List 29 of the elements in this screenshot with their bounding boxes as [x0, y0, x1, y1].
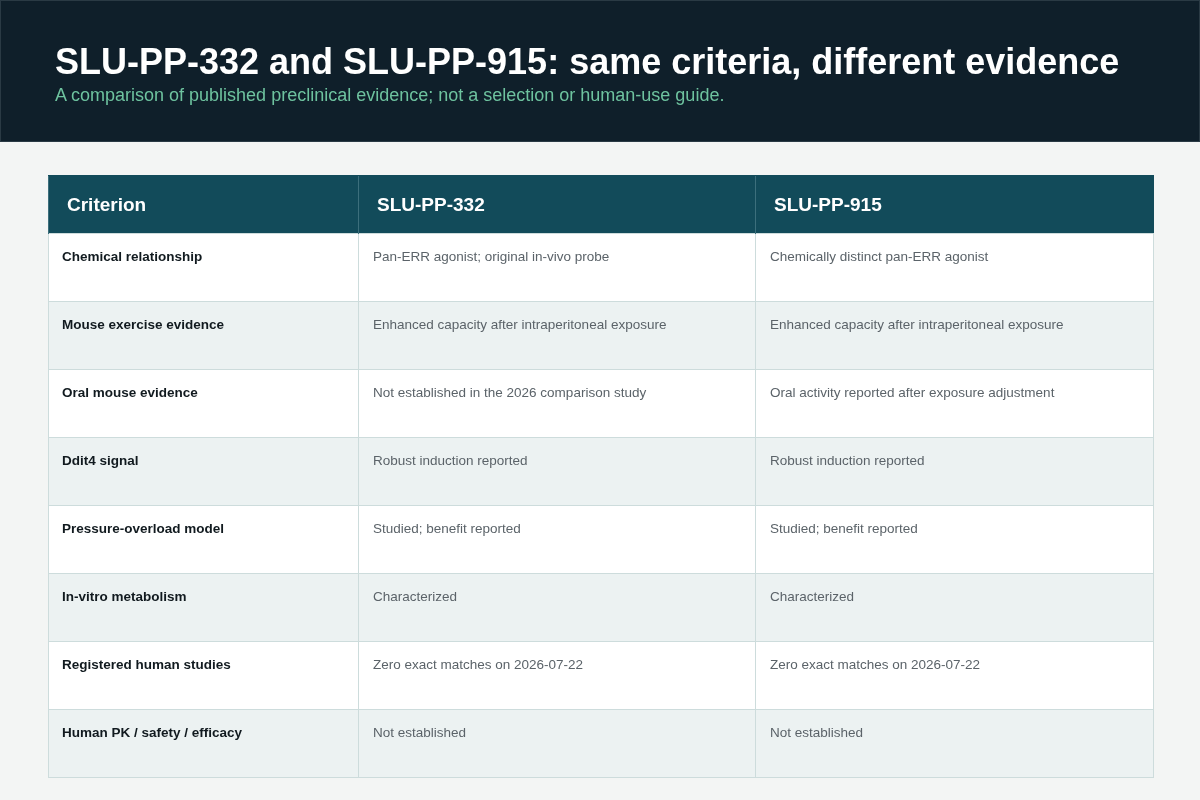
table-cell: Robust induction reported — [358, 437, 756, 506]
column-header: Criterion — [48, 175, 359, 234]
table-cell: Robust induction reported — [755, 437, 1154, 506]
criterion-cell: Registered human studies — [48, 641, 359, 710]
table-cell: Pan-ERR agonist; original in-vivo probe — [358, 233, 756, 302]
criterion-cell: Ddit4 signal — [48, 437, 359, 506]
criterion-cell: Human PK / safety / efficacy — [48, 709, 359, 778]
table-cell: Not established in the 2026 comparison study — [358, 369, 756, 438]
criterion-cell: In-vitro metabolism — [48, 573, 359, 642]
table-cell: Studied; benefit reported — [755, 505, 1154, 574]
table-cell: Studied; benefit reported — [358, 505, 756, 574]
table-cell: Characterized — [755, 573, 1154, 642]
table-cell: Not established — [358, 709, 756, 778]
column-header: SLU-PP-915 — [755, 175, 1154, 234]
table-cell: Oral activity reported after exposure adjustment — [755, 369, 1154, 438]
column-header: SLU-PP-332 — [358, 175, 756, 234]
page-subtitle: A comparison of published preclinical evidence; not a selection or human-use guide. — [55, 84, 725, 107]
table-cell: Enhanced capacity after intraperitoneal exposure — [358, 301, 756, 370]
criterion-cell: Oral mouse evidence — [48, 369, 359, 438]
criterion-cell: Pressure-overload model — [48, 505, 359, 574]
table-cell: Enhanced capacity after intraperitoneal exposure — [755, 301, 1154, 370]
table-cell: Zero exact matches on 2026-07-22 — [358, 641, 756, 710]
criterion-cell: Chemical relationship — [48, 233, 359, 302]
table-cell: Zero exact matches on 2026-07-22 — [755, 641, 1154, 710]
table-cell: Chemically distinct pan-ERR agonist — [755, 233, 1154, 302]
table-cell: Characterized — [358, 573, 756, 642]
criterion-cell: Mouse exercise evidence — [48, 301, 359, 370]
table-cell: Not established — [755, 709, 1154, 778]
page-title: SLU-PP-332 and SLU-PP-915: same criteria, different evidence — [55, 40, 1120, 83]
